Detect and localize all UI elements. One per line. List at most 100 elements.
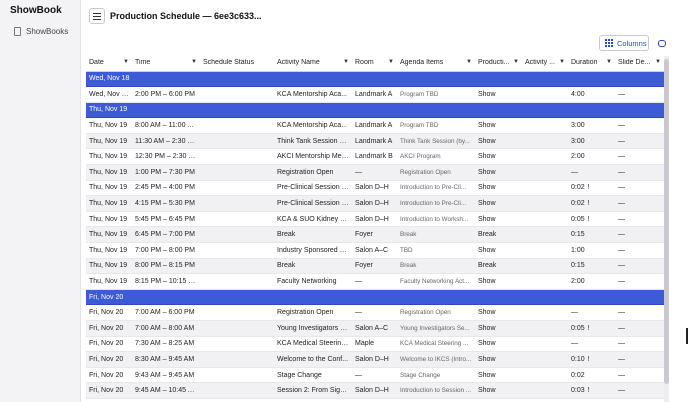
table-cell: Program TBD: [397, 117, 475, 134]
table-row[interactable]: Thu, Nov 19 7:00 PM – 8:00 PM Industry Spo…: [86, 242, 664, 259]
table-row[interactable]: Thu, Nov 19 8:15 PM – 10:15 PM Faculty Net…: [86, 273, 664, 290]
cell-text: 1:00: [571, 246, 585, 254]
table-cell: 8:30 AM – 9:45 AM: [132, 351, 200, 368]
duration-warning-icon: !: [587, 324, 590, 332]
table-row[interactable]: Thu, Nov 19 1:00 PM – 7:30 PM Registration…: [86, 164, 664, 181]
table-cell: —: [615, 226, 664, 244]
cell-text: Salon D–H: [355, 387, 389, 395]
cell-text: Fri, Nov 20: [89, 387, 124, 395]
table-cell: Thu, Nov 19: [86, 117, 132, 134]
column-menu-icon[interactable]: ▼: [388, 59, 394, 65]
cell-text: —: [618, 137, 625, 145]
table-row[interactable]: Thu, Nov 19 8:00 PM – 8:15 PM Break Foyer Br…: [86, 258, 664, 275]
cell-text: Wed, Nov 18: [89, 90, 130, 98]
column-header[interactable]: Room ▼: [352, 55, 397, 72]
scrollbar-thumb[interactable]: [664, 59, 669, 384]
table-row[interactable]: Thu, Nov 19 2:45 PM – 4:00 PM Pre-Clinical…: [86, 180, 664, 197]
column-header[interactable]: Time ▼: [132, 55, 200, 72]
table-cell: [200, 273, 274, 290]
table-cell: 7:00 AM – 8:00 AM: [132, 320, 200, 337]
vertical-scrollbar[interactable]: [664, 56, 669, 402]
cell-text: Thu, Nov 19: [89, 137, 128, 145]
column-header[interactable]: Duration ▼: [568, 55, 615, 72]
group-row[interactable]: Fri, Nov 20: [86, 289, 664, 306]
column-menu-icon[interactable]: ▼: [655, 59, 661, 65]
column-header[interactable]: Activity ... ▼: [522, 55, 568, 72]
column-header[interactable]: Slide De... ▼: [615, 55, 664, 72]
table-cell: [522, 226, 568, 244]
sidebar-item-showbooks[interactable]: ShowBooks: [14, 27, 68, 36]
table-cell: Show: [475, 242, 522, 259]
table-row[interactable]: Fri, Nov 20 7:00 AM – 8:00 AM Young Invest…: [86, 320, 664, 337]
table-row[interactable]: Thu, Nov 19 6:45 PM – 7:00 PM Break Foyer Br…: [86, 226, 664, 244]
cell-text: Introduction to Session ...: [400, 387, 472, 395]
table-row[interactable]: Fri, Nov 20 7:00 AM – 6:00 PM Registration…: [86, 304, 664, 321]
column-header-label: Duration: [571, 59, 598, 67]
column-menu-icon[interactable]: ▼: [466, 59, 472, 65]
column-header[interactable]: Producti... ▼: [475, 55, 522, 72]
cell-text: Fri, Nov 20: [89, 340, 124, 348]
cell-text: Young Investigators Se...: [400, 324, 470, 332]
table-cell: KCA Medical Steering...: [274, 336, 352, 353]
table-header-row: Date ▼ Time ▼ Schedule Status Activity Name ▼ R…: [86, 55, 664, 72]
cell-text: Think Tank Session S...: [277, 137, 351, 145]
cell-text: —: [618, 153, 625, 161]
column-header-label: Schedule Status: [203, 59, 254, 67]
table-cell: Stage Change: [397, 367, 475, 384]
cell-text: 8:30 AM – 9:45 AM: [135, 355, 195, 363]
table-cell: [200, 148, 274, 166]
table-row[interactable]: Fri, Nov 20 7:30 AM – 8:25 AM KCA Medical …: [86, 336, 664, 353]
table-cell: —: [352, 273, 397, 290]
cell-text: Salon A–C: [355, 324, 389, 332]
group-row[interactable]: Thu, Nov 19: [86, 102, 664, 119]
column-menu-icon[interactable]: ▼: [343, 59, 349, 65]
cell-text: KCA Medical Steering...: [277, 340, 351, 348]
table-row[interactable]: Thu, Nov 19 12:30 PM – 2:30 PM AKCI Mentor…: [86, 148, 664, 166]
cell-text: Faculty Networking Act...: [400, 278, 470, 286]
table-row[interactable]: Fri, Nov 20 8:30 AM – 9:45 AM Welcome to t…: [86, 351, 664, 368]
table-cell: —: [352, 304, 397, 321]
column-header[interactable]: Agenda Items ▼: [397, 55, 475, 72]
table-cell: KCA Mentorship Aca...: [274, 117, 352, 134]
table-cell: Introduction to Pre-Cli...: [397, 180, 475, 197]
table-row[interactable]: Thu, Nov 19 8:00 AM – 11:00 AM KCA Mentors…: [86, 117, 664, 134]
cell-text: Thu, Nov 19: [89, 262, 128, 270]
table-cell: Pre-Clinical Session 2...: [274, 195, 352, 212]
table-cell: —: [352, 164, 397, 181]
cell-text: Thu, Nov 19: [89, 231, 128, 239]
table-row[interactable]: Fri, Nov 20 9:45 AM – 10:45 AM Session 2: …: [86, 382, 664, 399]
table-cell: 1:00: [568, 242, 615, 259]
column-header[interactable]: Schedule Status: [200, 55, 274, 72]
group-row[interactable]: Wed, Nov 18: [86, 71, 664, 88]
table-cell: Salon D–H: [352, 211, 397, 228]
table-cell: Show: [475, 382, 522, 399]
table-row[interactable]: Wed, Nov 18 2:00 PM – 6:00 PM KCA Mentorsh…: [86, 86, 664, 103]
column-header[interactable]: Date ▼: [86, 55, 132, 72]
table-row[interactable]: Thu, Nov 19 5:45 PM – 6:45 PM KCA & SUO Ki…: [86, 211, 664, 228]
cell-text: Thu, Nov 19: [89, 215, 128, 223]
cell-text: 0:02: [571, 184, 585, 192]
cell-text: Thu, Nov 19: [89, 153, 128, 161]
column-header[interactable]: Activity Name ▼: [274, 55, 352, 72]
table-row[interactable]: Thu, Nov 19 4:15 PM – 5:30 PM Pre-Clinical…: [86, 195, 664, 212]
table-cell: Show: [475, 180, 522, 197]
cell-text: Show: [478, 278, 496, 286]
cell-text: 2:00: [571, 278, 585, 286]
cell-text: Welcome to the Conf...: [277, 355, 349, 363]
column-menu-icon[interactable]: ▼: [559, 59, 565, 65]
menu-toggle-button[interactable]: [89, 8, 105, 24]
column-menu-icon[interactable]: ▼: [191, 59, 197, 65]
column-menu-icon[interactable]: ▼: [513, 59, 519, 65]
table-cell: AKCI Mentorship Mee...: [274, 148, 352, 166]
chat-button[interactable]: [656, 37, 668, 49]
table-row[interactable]: Thu, Nov 19 11:30 AM – 2:30 PM Think Tank …: [86, 133, 664, 150]
table-cell: Registration Open: [397, 164, 475, 181]
table-row[interactable]: Fri, Nov 20 9:43 AM – 9:45 AM Stage Change…: [86, 367, 664, 384]
cell-text: 2:00: [571, 153, 585, 161]
table-cell: 9:43 AM – 9:45 AM: [132, 367, 200, 384]
column-menu-icon[interactable]: ▼: [123, 59, 129, 65]
document-icon: [14, 27, 21, 36]
column-menu-icon[interactable]: ▼: [606, 59, 612, 65]
columns-button[interactable]: Columns: [599, 35, 649, 51]
cell-text: Thu, Nov 19: [89, 122, 128, 130]
